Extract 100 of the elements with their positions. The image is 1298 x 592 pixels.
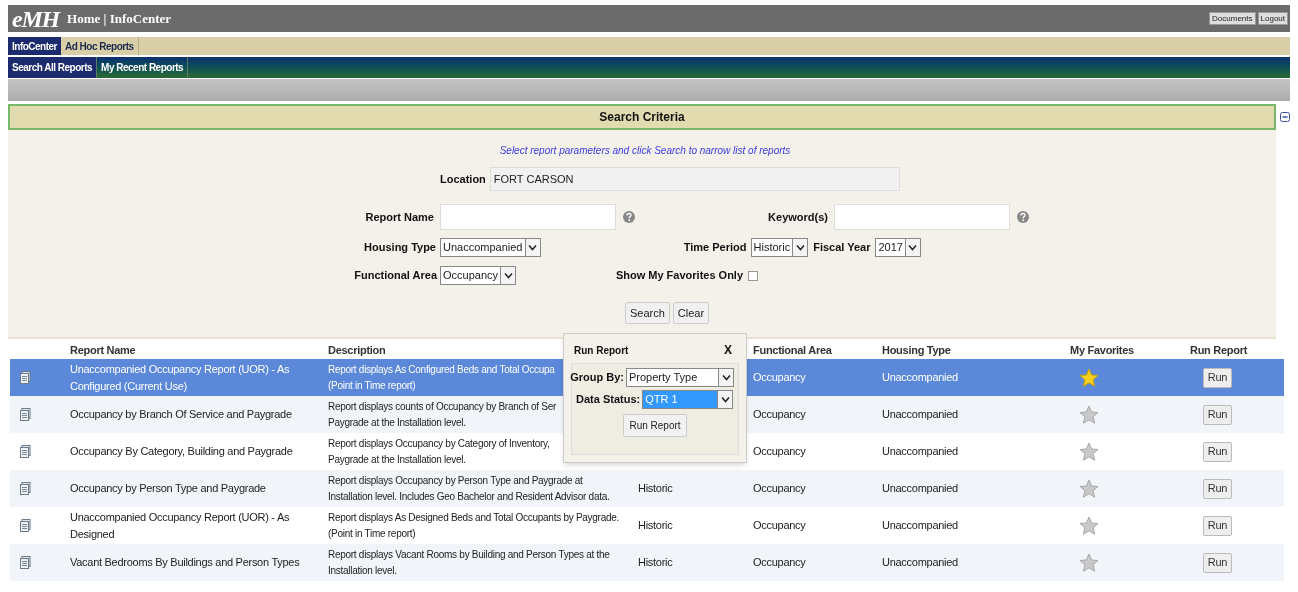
column-header: Report Name (70, 343, 136, 356)
functional-area-select[interactable]: Occupancy (440, 266, 517, 285)
section-title: Search Criteria (599, 109, 685, 126)
table-cell: Occupancy (753, 519, 806, 532)
report-name: Unaccompanied Occupancy Report (UOR) - As Configured (Current Use) (70, 363, 290, 392)
favorite-star-icon[interactable] (1079, 515, 1099, 536)
description-line: Installation level. (328, 563, 397, 578)
report-name: Unaccompanied Occupancy Report (UOR) - As Designed (70, 511, 290, 540)
favorite-star-icon[interactable] (1079, 367, 1099, 388)
close-button[interactable]: X (724, 341, 736, 359)
time-period-select[interactable]: Historic (750, 238, 809, 257)
column-header: Functional Area (753, 343, 832, 356)
table-cell: Unaccompanied (882, 482, 958, 495)
chevron-icon (721, 374, 731, 381)
table-cell: Occupancy (753, 445, 806, 458)
field-label: Report Name (365, 209, 434, 225)
field-label: Housing Type (364, 240, 436, 256)
description-line: Report displays Occupancy by Person Type and Paygrade at (328, 473, 583, 488)
group-by-select[interactable]: Property Type (626, 368, 734, 387)
run-button[interactable]: Run (1203, 552, 1232, 573)
chevron-icon (528, 244, 537, 251)
table-cell: Historic (638, 556, 673, 569)
table-cell: Unaccompanied (882, 519, 958, 532)
table-cell: Unaccompanied (882, 408, 958, 421)
favorite-star-icon[interactable] (1079, 404, 1099, 425)
table-cell: Unaccompanied (882, 371, 958, 384)
subnav-tab[interactable]: My Recent Reports (97, 57, 189, 78)
table-cell: Occupancy (753, 408, 806, 421)
field-label: Fiscal Year (812, 240, 872, 256)
field-label: Functional Area (354, 268, 437, 284)
table-cell: Historic (638, 482, 673, 495)
chevron-icon (908, 244, 918, 251)
document-icon (20, 408, 31, 421)
document-icon (20, 519, 31, 532)
description-line: Installation level. Includes Geo Bachelor and Resident Advisor data. (328, 489, 610, 504)
help-icon[interactable] (623, 211, 635, 223)
search-form-button[interactable]: Search (624, 302, 670, 324)
table-cell: Occupancy (753, 482, 806, 495)
report-name: Occupancy By Category, Building and Paygrade (70, 445, 293, 458)
run-button[interactable]: Run (1203, 515, 1232, 536)
header-button[interactable]: Logout (1257, 12, 1288, 25)
report-name: Occupancy by Person Type and Paygrade (70, 482, 266, 495)
column-header: My Favorites (1070, 343, 1134, 356)
fiscal-year-select[interactable]: 2017 (875, 238, 921, 257)
description-line: Report displays counts of Occupancy by Branch of Ser (328, 399, 557, 414)
report-name: Occupancy by Branch Of Service and Paygrade (70, 408, 292, 421)
table-row[interactable]: Vacant Bedrooms By Buildings and Person Types Report displays Vacant Rooms by Building and Person Types at the Installation level. Historic Occupancy Unaccompanied Run (10, 544, 1284, 581)
document-icon (20, 445, 31, 458)
report-name-field[interactable] (440, 204, 616, 230)
report-name: Vacant Bedrooms By Buildings and Person Types (70, 556, 300, 569)
table-cell: Occupancy (753, 556, 806, 569)
location-field[interactable]: FORT CARSON (489, 167, 900, 191)
table-cell: Unaccompanied (882, 556, 958, 569)
run-button[interactable]: Run (1203, 404, 1232, 425)
instructions: Select report parameters and click Search to narrow list of reports (499, 144, 791, 158)
housing-type-select[interactable]: Unaccompanied (440, 238, 541, 257)
run-button[interactable]: Run (1203, 478, 1232, 499)
description-line: (Point in Time report) (328, 378, 416, 393)
document-icon (20, 371, 31, 384)
favorite-star-icon[interactable] (1079, 441, 1099, 462)
description-line: (Point in Time report) (328, 526, 416, 541)
description-line: Report displays Vacant Rooms by Building and Person Types at the (328, 547, 610, 562)
field-label: Show My Favorites Only (615, 268, 744, 284)
field-label: Location (440, 171, 486, 187)
logo: eMH (12, 6, 60, 31)
table-cell: Unaccompanied (882, 445, 958, 458)
chevron-icon (795, 244, 805, 251)
chevron-icon (503, 272, 513, 279)
favorites-checkbox[interactable] (748, 270, 759, 281)
run-button[interactable]: Run (1203, 441, 1232, 462)
run-report-button[interactable]: Run Report (623, 414, 687, 437)
document-icon (20, 556, 31, 569)
popup-title: Run Report (574, 343, 629, 358)
table-cell: Occupancy (753, 371, 806, 384)
chevron-icon (720, 396, 730, 403)
column-header: Housing Type (882, 343, 951, 356)
description-line: Paygrade at the Installation level. (328, 452, 466, 467)
subnav-tab[interactable]: Search All Reports (8, 57, 98, 78)
keywords-field[interactable] (834, 204, 1010, 230)
column-header: Description (328, 343, 386, 356)
header-button[interactable]: Documents (1209, 12, 1256, 25)
table-row[interactable]: Occupancy by Person Type and Paygrade Report displays Occupancy by Person Type and Paygrade at Installation level. Includes Geo Bachelor and Resident Advisor data. Historic Occupancy Unaccompanied Run (10, 470, 1284, 507)
help-icon[interactable] (1017, 211, 1029, 223)
search-form-button[interactable]: Clear (672, 302, 710, 324)
document-icon (20, 482, 31, 495)
field-label: Group By: (570, 370, 624, 386)
run-button[interactable]: Run (1203, 367, 1232, 388)
description-line: Report displays Occupancy by Category of Inventory, (328, 436, 550, 451)
page-title: Home | InfoCenter (67, 9, 171, 28)
description-line: Paygrade at the Installation level. (328, 415, 466, 430)
favorite-star-icon[interactable] (1079, 552, 1099, 573)
column-header: Run Report (1190, 343, 1248, 356)
collapse-icon[interactable] (1280, 112, 1290, 122)
description-line: Report displays As Configured Beds and Total Occupa (328, 362, 555, 377)
favorite-star-icon[interactable] (1079, 478, 1099, 499)
tab[interactable]: InfoCenter (8, 37, 61, 55)
description-line: Report displays As Designed Beds and Total Occupants by Paygrade. (328, 510, 619, 525)
table-cell: Historic (638, 519, 673, 532)
field-label: Time Period (683, 240, 747, 256)
field-label: Keyword(s) (768, 209, 828, 225)
